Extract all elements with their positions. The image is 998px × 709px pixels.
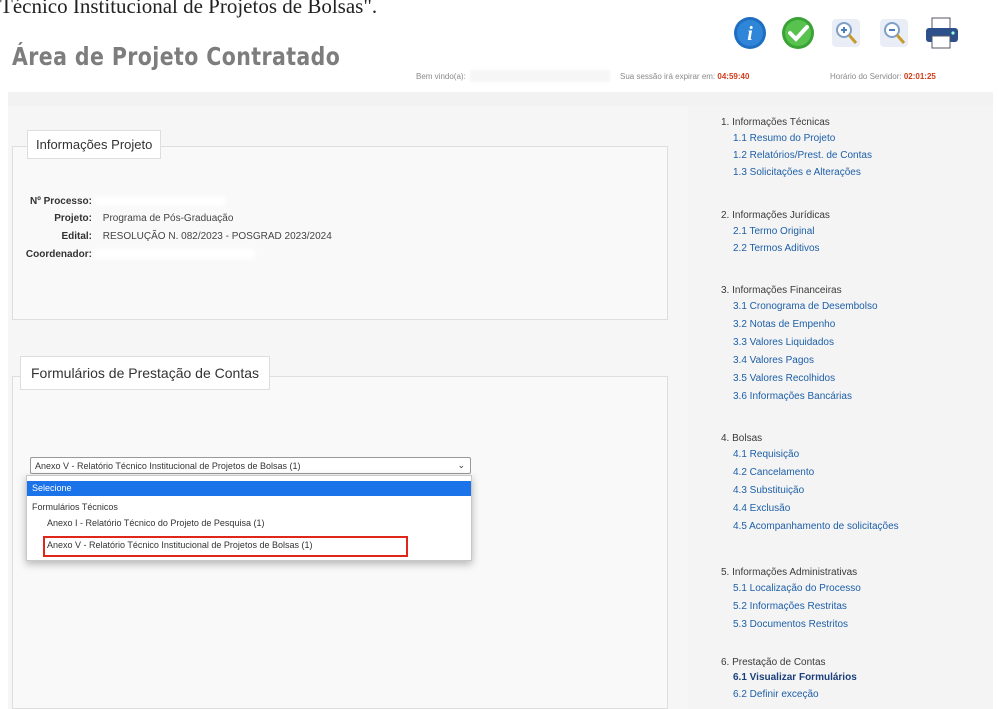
user-label: Bem vindo(a):	[416, 72, 466, 81]
menu-section-2: 2. Informações Jurídicas 2.1 Termo Origi…	[721, 210, 830, 254]
menu-header-juridicas: 2. Informações Jurídicas	[721, 210, 830, 221]
header-bar	[8, 92, 993, 106]
menu-header-financeiras: 3. Informações Financeiras	[721, 285, 842, 296]
menu-item-informacoes-restritas[interactable]: 5.2 Informações Restritas	[721, 601, 861, 612]
menu-item-termo-original[interactable]: 2.1 Termo Original	[721, 226, 830, 237]
menu-section-6: 6. Prestação de Contas 6.1 Visualizar Fo…	[721, 657, 857, 700]
project-value: Programa de Pós-Graduação	[102, 213, 234, 224]
menu-item-valores-liquidados[interactable]: 3.3 Valores Liquidados	[721, 337, 878, 348]
process-number-value-redacted	[94, 196, 225, 207]
menu-header-administrativas: 5. Informações Administrativas	[721, 567, 858, 578]
session-label: Sua sessão irá expirar em:	[620, 72, 716, 81]
document-caption: Técnico Institucional de Projetos de Bol…	[0, 0, 378, 18]
menu-item-valores-recolhidos[interactable]: 3.5 Valores Recolhidos	[721, 373, 878, 384]
menu-item-valores-pagos[interactable]: 3.4 Valores Pagos	[721, 355, 878, 366]
option-selecione[interactable]: Selecione	[27, 481, 471, 496]
edital-value: RESOLUÇÃO N. 082/2023 - POSGRAD 2023/202…	[102, 231, 332, 242]
process-number-label: Nº Processo:	[29, 196, 92, 207]
info-icon[interactable]: i	[729, 14, 771, 52]
coordinator-row: Coordenador:	[0, 249, 255, 260]
clock-label: Horário do Servidor:	[830, 72, 902, 81]
menu-section-1: 1. Informações Técnicas 1.1 Resumo do Pr…	[721, 117, 872, 178]
coordinator-label: Coordenador:	[25, 249, 92, 260]
menu-item-visualizar-formularios[interactable]: 6.1 Visualizar Formulários	[721, 672, 857, 683]
process-number-row: Nº Processo:	[0, 196, 225, 207]
edital-row: Edital: RESOLUÇÃO N. 082/2023 - POSGRAD …	[0, 231, 332, 242]
clock-value: 02:01:25	[903, 72, 936, 81]
menu-item-cancelamento[interactable]: 4.2 Cancelamento	[721, 467, 899, 478]
menu-item-solicitacoes[interactable]: 1.3 Solicitações e Alterações	[721, 167, 872, 178]
zoom-out-icon[interactable]	[873, 14, 915, 52]
menu-item-notas-empenho[interactable]: 3.2 Notas de Empenho	[721, 319, 878, 330]
menu-item-exclusao[interactable]: 4.4 Exclusão	[721, 503, 899, 514]
menu-item-substituicao[interactable]: 4.3 Substituição	[721, 485, 899, 496]
project-info-legend: Informações Projeto	[27, 130, 162, 159]
svg-text:i: i	[747, 23, 753, 45]
check-icon[interactable]	[777, 14, 819, 52]
toolbar: i	[729, 14, 963, 52]
menu-header-bolsas: 4. Bolsas	[721, 433, 763, 444]
menu-item-cronograma[interactable]: 3.1 Cronograma de Desembolso	[721, 301, 878, 312]
page-title: Área de Projeto Contratado	[12, 42, 341, 71]
user-name-redacted	[470, 70, 610, 82]
form-select-value: Anexo V - Relatório Técnico Instituciona…	[35, 461, 301, 471]
menu-item-definir-excecao[interactable]: 6.2 Definir exceção	[721, 689, 857, 700]
menu-item-resumo[interactable]: 1.1 Resumo do Projeto	[721, 133, 872, 144]
highlight-box	[43, 536, 408, 557]
menu-item-termos-aditivos[interactable]: 2.2 Termos Aditivos	[721, 243, 830, 254]
form-select[interactable]: Anexo V - Relatório Técnico Instituciona…	[30, 457, 471, 474]
zoom-in-icon[interactable]	[825, 14, 867, 52]
server-clock: Horário do Servidor: 02:01:25	[830, 72, 936, 81]
menu-item-localizacao[interactable]: 5.1 Localização do Processo	[721, 583, 861, 594]
optgroup-formularios-tecnicos: Formulários Técnicos	[32, 502, 118, 512]
edital-label: Edital:	[61, 231, 92, 242]
menu-header-tecnicas: 1. Informações Técnicas	[721, 117, 830, 128]
coordinator-value-redacted	[94, 249, 255, 260]
chevron-down-icon: ⌄	[457, 460, 465, 470]
print-icon[interactable]	[921, 14, 963, 52]
forms-legend: Formulários de Prestação de Contas	[20, 356, 270, 390]
project-label: Projeto:	[54, 213, 92, 224]
menu-section-5: 5. Informações Administrativas 5.1 Local…	[721, 567, 861, 630]
menu-item-relatorios[interactable]: 1.2 Relatórios/Prest. de Contas	[721, 150, 872, 161]
menu-header-prestacao: 6. Prestação de Contas	[721, 657, 826, 668]
menu-item-requisicao[interactable]: 4.1 Requisição	[721, 449, 899, 460]
menu-section-4: 4. Bolsas 4.1 Requisição 4.2 Cancelament…	[721, 433, 899, 532]
menu-item-documentos-restritos[interactable]: 5.3 Documentos Restritos	[721, 619, 861, 630]
option-anexo-i[interactable]: Anexo I - Relatório Técnico do Projeto d…	[27, 516, 471, 531]
session-value: 04:59:40	[717, 72, 750, 81]
menu-section-3: 3. Informações Financeiras 3.1 Cronogram…	[721, 285, 878, 402]
project-row: Projeto: Programa de Pós-Graduação	[0, 213, 233, 224]
menu-item-informacoes-bancarias[interactable]: 3.6 Informações Bancárias	[721, 391, 878, 402]
menu-item-acompanhamento[interactable]: 4.5 Acompanhamento de solicitações	[721, 521, 899, 532]
session-timer: Sua sessão irá expirar em: 04:59:40	[620, 72, 749, 81]
